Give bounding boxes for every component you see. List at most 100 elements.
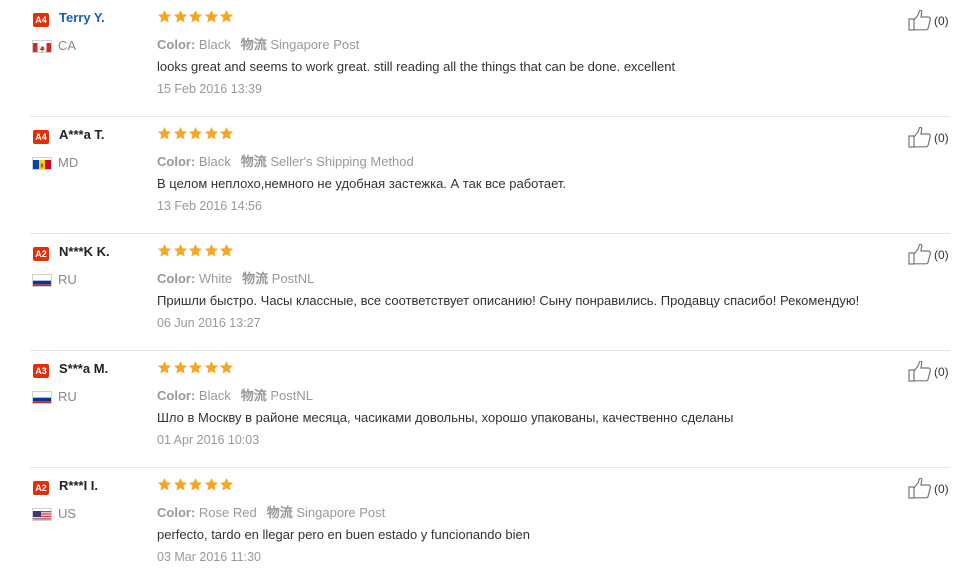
helpful-button[interactable]: (0) (908, 477, 949, 499)
helpful-count: (0) (934, 481, 949, 496)
reviewer-name: N***K K. (59, 244, 110, 259)
reviewer-country: RU (58, 389, 77, 404)
review-text: looks great and seems to work great. sti… (157, 59, 676, 74)
helpful-count: (0) (934, 364, 949, 379)
shipping-label: 物流 (240, 37, 267, 52)
star-icon (188, 360, 203, 375)
review-date: 03 Mar 2016 11:30 (157, 550, 262, 564)
shipping-label: 物流 (242, 271, 269, 286)
star-icon (157, 360, 172, 375)
buyer-level-badge: A2 (33, 481, 49, 495)
shipping-label: 物流 (240, 388, 267, 403)
star-icon (173, 243, 188, 258)
color-value: Rose Red (198, 505, 257, 520)
helpful-count: (0) (934, 130, 949, 145)
shipping-value: PostNL (270, 388, 313, 403)
star-icon (204, 360, 219, 375)
review-item: A4 Terry Y. CA Color: Black 物流 Singapore Pos… (30, 0, 950, 117)
star-icon (204, 126, 219, 141)
review-date: 01 Apr 2016 10:03 (157, 433, 260, 447)
star-rating (157, 477, 235, 492)
buyer-level-badge: A3 (33, 364, 49, 378)
country-flag-icon (32, 40, 52, 53)
color-label: Color: (157, 271, 196, 286)
order-attributes: Color: Rose Red 物流 Singapore Post (157, 502, 385, 521)
color-value: White (198, 271, 233, 286)
star-icon (219, 126, 234, 141)
shipping-label: 物流 (266, 505, 293, 520)
helpful-button[interactable]: (0) (908, 126, 949, 148)
review-item: A2 R***I I. US Color: Rose Red 物流 Singapore … (30, 468, 950, 585)
shipping-value: Seller's Shipping Method (270, 154, 414, 169)
star-icon (188, 477, 203, 492)
star-icon (204, 243, 219, 258)
color-label: Color: (157, 505, 196, 520)
thumbs-up-icon[interactable] (908, 9, 932, 31)
thumbs-up-icon[interactable] (908, 126, 932, 148)
review-text: Шло в Москву в районе месяца, часиками д… (157, 410, 734, 425)
color-value: Black (198, 154, 231, 169)
review-text: perfecto, tardo en llegar pero en buen e… (157, 527, 530, 542)
star-rating (157, 360, 235, 375)
review-date: 13 Feb 2016 14:56 (157, 199, 262, 213)
color-label: Color: (157, 388, 196, 403)
helpful-count: (0) (934, 247, 949, 262)
country-flag-icon (32, 274, 52, 287)
helpful-button[interactable]: (0) (908, 243, 949, 265)
star-icon (219, 477, 234, 492)
star-icon (157, 126, 172, 141)
thumbs-up-icon[interactable] (908, 243, 932, 265)
star-icon (188, 126, 203, 141)
reviewer-name: S***a M. (59, 361, 109, 376)
star-icon (157, 9, 172, 24)
order-attributes: Color: Black 物流 Singapore Post (157, 34, 359, 53)
color-label: Color: (157, 37, 196, 52)
star-icon (157, 243, 172, 258)
reviewer-country: US (58, 506, 77, 521)
star-icon (173, 360, 188, 375)
star-icon (157, 477, 172, 492)
reviewer-name: R***I I. (59, 478, 99, 493)
country-flag-icon (32, 157, 52, 170)
country-flag-icon (32, 508, 52, 521)
star-icon (188, 9, 203, 24)
country-flag-icon (32, 391, 52, 404)
star-rating (157, 126, 235, 141)
star-rating (157, 243, 235, 258)
helpful-button[interactable]: (0) (908, 360, 949, 382)
color-value: Black (198, 388, 231, 403)
star-icon (204, 477, 219, 492)
star-icon (173, 126, 188, 141)
star-rating (157, 9, 235, 24)
review-item: A4 A***a T. MD Color: Black 物流 Seller's Ship… (30, 117, 950, 234)
star-icon (219, 360, 234, 375)
thumbs-up-icon[interactable] (908, 360, 932, 382)
reviewer-country: RU (58, 272, 77, 287)
shipping-value: PostNL (271, 271, 315, 286)
shipping-value: Singapore Post (270, 37, 360, 52)
review-date: 15 Feb 2016 13:39 (157, 82, 262, 96)
star-icon (173, 9, 188, 24)
shipping-label: 物流 (240, 154, 267, 169)
thumbs-up-icon[interactable] (908, 477, 932, 499)
reviewer-country: CA (58, 38, 77, 53)
color-label: Color: (157, 154, 196, 169)
review-text: Пришли быстро. Часы классные, все соотве… (157, 293, 860, 308)
helpful-button[interactable]: (0) (908, 9, 949, 31)
review-list: A4 Terry Y. CA Color: Black 物流 Singapore Pos… (0, 0, 970, 585)
star-icon (204, 9, 219, 24)
star-icon (219, 243, 234, 258)
order-attributes: Color: White 物流 PostNL (157, 268, 314, 287)
review-item: A3 S***a M. RU Color: Black 物流 PostNL Шло в М… (30, 351, 950, 468)
star-icon (188, 243, 203, 258)
helpful-count: (0) (934, 13, 949, 28)
review-item: A2 N***K K. RU Color: White 物流 PostNL Пришли … (30, 234, 950, 351)
reviewer-name[interactable]: Terry Y. (59, 10, 105, 25)
order-attributes: Color: Black 物流 PostNL (157, 385, 313, 404)
order-attributes: Color: Black 物流 Seller's Shipping Method (157, 151, 414, 170)
star-icon (173, 477, 188, 492)
color-value: Black (198, 37, 231, 52)
review-text: В целом неплохо,немного не удобная засте… (157, 176, 567, 191)
buyer-level-badge: A4 (33, 13, 49, 27)
reviewer-country: MD (58, 155, 79, 170)
